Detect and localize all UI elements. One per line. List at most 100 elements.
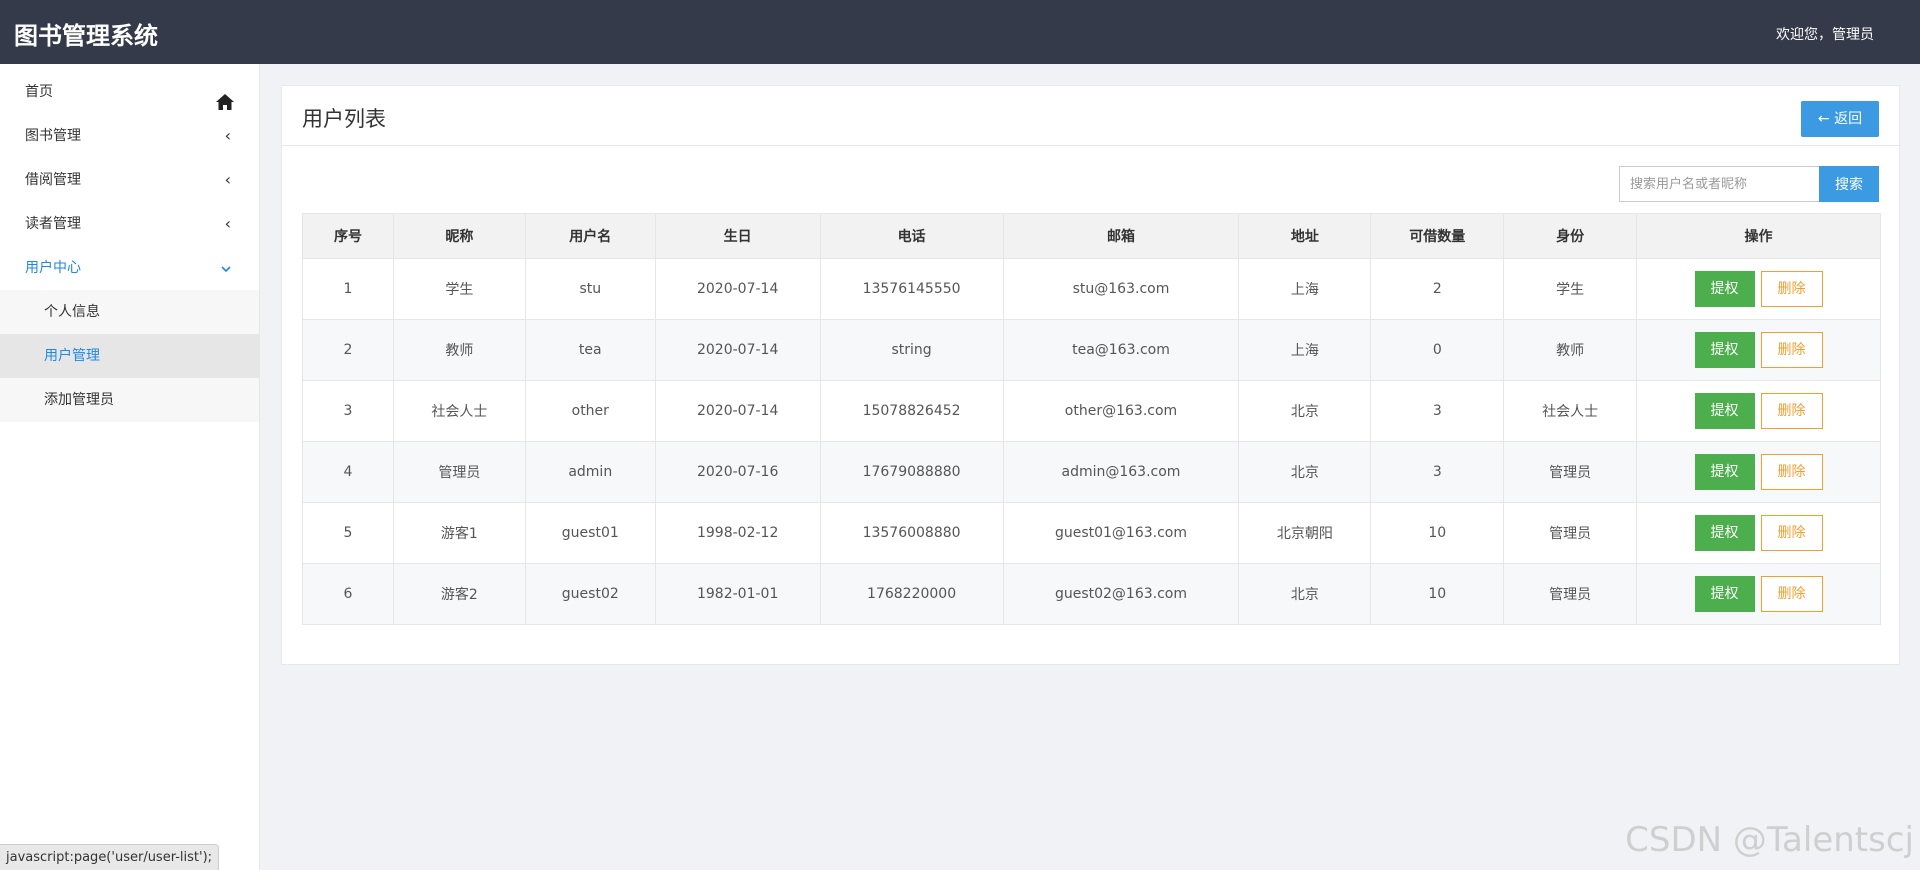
sidebar-item-user-management[interactable]: 用户管理	[0, 334, 259, 378]
sidebar-item-label: 读者管理	[25, 216, 81, 232]
status-bar-url: javascript:page('user/user-list');	[0, 844, 220, 870]
column-header: 用户名	[524, 213, 656, 259]
sidebar-item-borrow-management[interactable]: 借阅管理 ‹	[0, 158, 259, 202]
sidebar-item-book-management[interactable]: 图书管理 ‹	[0, 114, 259, 158]
cell-row-index: 1	[302, 258, 394, 320]
grant-button[interactable]: 提权	[1694, 393, 1755, 429]
cell-phone: 1768220000	[819, 563, 1004, 625]
chevron-left-icon: ‹	[224, 170, 231, 189]
chevron-left-icon: ‹	[224, 214, 231, 233]
sidebar-item-add-admin[interactable]: 添加管理员	[0, 378, 259, 422]
welcome-text: 欢迎您，管理员	[1776, 27, 1874, 43]
column-header: 序号	[302, 213, 394, 259]
cell-address: 北京	[1238, 563, 1372, 625]
back-button[interactable]: ← 返回	[1801, 101, 1879, 137]
grant-button[interactable]: 提权	[1694, 332, 1755, 368]
chevron-down-icon	[221, 246, 231, 290]
sidebar: 首页 图书管理 ‹ 借阅管理 ‹ 读者管理 ‹ 用户中心 个人信息 用户管理 添…	[0, 64, 260, 870]
sidebar-item-reader-management[interactable]: 读者管理 ‹	[0, 202, 259, 246]
search-bar: 搜索	[1619, 166, 1879, 202]
sidebar-item-user-center[interactable]: 用户中心	[0, 246, 259, 290]
cell-role: 管理员	[1503, 502, 1638, 564]
cell-nickname: 管理员	[392, 441, 526, 503]
cell-email: admin@163.com	[1002, 441, 1240, 503]
chevron-left-icon: ‹	[224, 126, 231, 145]
cell-actions: 提权 删除	[1636, 380, 1881, 442]
cell-borrow-quota: 2	[1370, 258, 1505, 320]
table-row: 4 管理员 admin 2020-07-16 17679088880 admin@163.…	[302, 441, 1881, 503]
cell-nickname: 游客1	[392, 502, 526, 564]
cell-actions: 提权 删除	[1636, 319, 1881, 381]
cell-borrow-quota: 3	[1370, 441, 1505, 503]
cell-address: 北京朝阳	[1238, 502, 1372, 564]
cell-nickname: 游客2	[392, 563, 526, 625]
app-title: 图书管理系统	[14, 22, 158, 50]
cell-borrow-quota: 3	[1370, 380, 1505, 442]
table-row: 3 社会人士 other 2020-07-14 15078826452 other@163…	[302, 380, 1881, 442]
watermark: CSDN @Talentscj	[1625, 820, 1914, 860]
cell-actions: 提权 删除	[1636, 441, 1881, 503]
sidebar-item-label: 用户中心	[25, 260, 81, 276]
delete-button[interactable]: 删除	[1760, 393, 1823, 429]
cell-email: tea@163.com	[1002, 319, 1240, 381]
cell-birthday: 2020-07-16	[654, 441, 821, 503]
table-body: 1 学生 stu 2020-07-14 13576145550 stu@163.com 上海…	[302, 258, 1881, 625]
grant-button[interactable]: 提权	[1694, 454, 1755, 490]
cell-row-index: 4	[302, 441, 394, 503]
grant-button[interactable]: 提权	[1694, 271, 1755, 307]
cell-role: 管理员	[1503, 441, 1638, 503]
cell-row-index: 6	[302, 563, 394, 625]
column-header: 邮箱	[1002, 213, 1240, 259]
user-center-submenu: 个人信息 用户管理 添加管理员	[0, 290, 259, 422]
cell-nickname: 学生	[392, 258, 526, 320]
column-header: 可借数量	[1370, 213, 1505, 259]
cell-borrow-quota: 10	[1370, 502, 1505, 564]
sidebar-item-home[interactable]: 首页	[0, 70, 259, 114]
delete-button[interactable]: 删除	[1760, 515, 1823, 551]
cell-actions: 提权 删除	[1636, 258, 1881, 320]
panel-header: 用户列表 ← 返回	[282, 86, 1899, 146]
cell-birthday: 2020-07-14	[654, 380, 821, 442]
cell-email: other@163.com	[1002, 380, 1240, 442]
user-table: 序号 昵称 用户名 生日 电话 邮箱 地址 可借数量 身份 操作 1 学生 stu 2…	[302, 213, 1881, 625]
search-button[interactable]: 搜索	[1819, 166, 1879, 202]
cell-row-index: 3	[302, 380, 394, 442]
cell-email: stu@163.com	[1002, 258, 1240, 320]
cell-actions: 提权 删除	[1636, 563, 1881, 625]
delete-button[interactable]: 删除	[1760, 576, 1823, 612]
cell-phone: string	[819, 319, 1004, 381]
delete-button[interactable]: 删除	[1760, 271, 1823, 307]
cell-nickname: 社会人士	[392, 380, 526, 442]
table-row: 2 教师 tea 2020-07-14 string tea@163.com 上海 0 教师 提权…	[302, 319, 1881, 381]
search-input[interactable]	[1619, 166, 1819, 202]
cell-actions: 提权 删除	[1636, 502, 1881, 564]
sidebar-item-label: 图书管理	[25, 128, 81, 144]
cell-nickname: 教师	[392, 319, 526, 381]
cell-role: 管理员	[1503, 563, 1638, 625]
sidebar-item-label: 借阅管理	[25, 172, 81, 188]
sidebar-item-personal-info[interactable]: 个人信息	[0, 290, 259, 334]
cell-birthday: 2020-07-14	[654, 258, 821, 320]
cell-address: 上海	[1238, 258, 1372, 320]
cell-email: guest01@163.com	[1002, 502, 1240, 564]
cell-address: 北京	[1238, 380, 1372, 442]
delete-button[interactable]: 删除	[1760, 454, 1823, 490]
cell-phone: 13576008880	[819, 502, 1004, 564]
column-header: 生日	[654, 213, 821, 259]
cell-row-index: 2	[302, 319, 394, 381]
column-header: 电话	[819, 213, 1004, 259]
delete-button[interactable]: 删除	[1760, 332, 1823, 368]
cell-username: guest02	[524, 563, 656, 625]
grant-button[interactable]: 提权	[1694, 515, 1755, 551]
sidebar-item-label: 首页	[25, 84, 53, 100]
column-header: 地址	[1238, 213, 1372, 259]
cell-address: 上海	[1238, 319, 1372, 381]
cell-email: guest02@163.com	[1002, 563, 1240, 625]
grant-button[interactable]: 提权	[1694, 576, 1755, 612]
table-row: 1 学生 stu 2020-07-14 13576145550 stu@163.com 上海…	[302, 258, 1881, 320]
table-row: 5 游客1 guest01 1998-02-12 13576008880 guest01@…	[302, 502, 1881, 564]
column-header: 昵称	[392, 213, 526, 259]
cell-birthday: 1982-01-01	[654, 563, 821, 625]
cell-phone: 17679088880	[819, 441, 1004, 503]
top-bar: 图书管理系统 欢迎您，管理员	[0, 0, 1920, 64]
